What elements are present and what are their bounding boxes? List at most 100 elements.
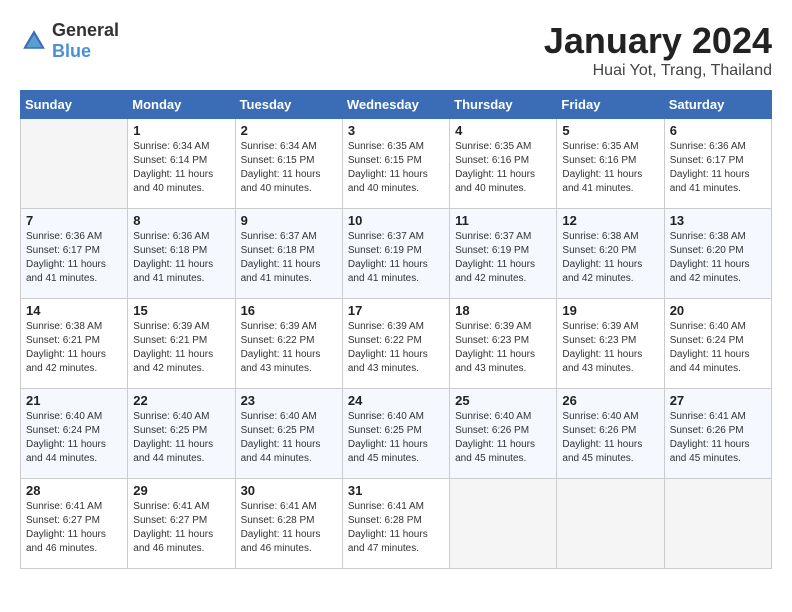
calendar-cell: 20Sunrise: 6:40 AMSunset: 6:24 PMDayligh… <box>664 299 771 389</box>
day-number: 17 <box>348 303 444 318</box>
calendar-cell: 14 Sunrise: 6:38 AMSunset: 6:21 PMDayligh… <box>21 299 128 389</box>
cell-content: Sunrise: 6:39 AMSunset: 6:22 PMDaylight:… <box>241 320 337 376</box>
cell-content: Sunrise: 6:40 AMSunset: 6:26 PMDaylight:… <box>455 410 551 466</box>
weekday-header-friday: Friday <box>557 91 664 119</box>
cell-content: Sunrise: 6:37 AMSunset: 6:19 PMDaylight:… <box>455 230 551 286</box>
location-subtitle: Huai Yot, Trang, Thailand <box>544 62 772 80</box>
calendar-cell <box>664 479 771 569</box>
cell-content: Sunrise: 6:40 AMSunset: 6:25 PMDaylight:… <box>348 410 444 466</box>
calendar-cell: 26 Sunrise: 6:40 AMSunset: 6:26 PMDayligh… <box>557 389 664 479</box>
cell-content: Sunrise: 6:35 AMSunset: 6:16 PMDaylight:… <box>562 140 658 196</box>
day-number: 29 <box>133 483 229 498</box>
cell-content: Sunrise: 6:39 AMSunset: 6:23 PMDaylight:… <box>455 320 551 376</box>
day-number: 27 <box>670 393 766 408</box>
day-number: 22 <box>133 393 229 408</box>
day-number: 6 <box>670 123 766 138</box>
calendar-cell: 7 Sunrise: 6:36 AMSunset: 6:17 PMDaylight… <box>21 209 128 299</box>
calendar-cell: 10 Sunrise: 6:37 AMSunset: 6:19 PMDayligh… <box>342 209 449 299</box>
logo-text-general: General <box>52 20 119 40</box>
calendar-cell: 4 Sunrise: 6:35 AMSunset: 6:16 PMDaylight… <box>450 119 557 209</box>
calendar-table: SundayMondayTuesdayWednesdayThursdayFrid… <box>20 90 772 569</box>
cell-content: Sunrise: 6:36 AMSunset: 6:17 PMDaylight:… <box>670 140 766 196</box>
cell-content: Sunrise: 6:41 AMSunset: 6:28 PMDaylight:… <box>348 500 444 556</box>
day-number: 14 <box>26 303 122 318</box>
day-number: 12 <box>562 213 658 228</box>
cell-content: Sunrise: 6:36 AMSunset: 6:18 PMDaylight:… <box>133 230 229 286</box>
calendar-cell: 31 Sunrise: 6:41 AMSunset: 6:28 PMDayligh… <box>342 479 449 569</box>
cell-content: Sunrise: 6:34 AMSunset: 6:15 PMDaylight:… <box>241 140 337 196</box>
weekday-header-wednesday: Wednesday <box>342 91 449 119</box>
calendar-cell: 3Sunrise: 6:35 AMSunset: 6:15 PMDaylight… <box>342 119 449 209</box>
calendar-week-row: 14 Sunrise: 6:38 AMSunset: 6:21 PMDayligh… <box>21 299 772 389</box>
calendar-cell: 6 Sunrise: 6:36 AMSunset: 6:17 PMDaylight… <box>664 119 771 209</box>
weekday-header-monday: Monday <box>128 91 235 119</box>
logo-icon <box>20 27 48 55</box>
day-number: 30 <box>241 483 337 498</box>
cell-content: Sunrise: 6:41 AMSunset: 6:27 PMDaylight:… <box>26 500 122 556</box>
cell-content: Sunrise: 6:37 AMSunset: 6:18 PMDaylight:… <box>241 230 337 286</box>
calendar-cell: 27Sunrise: 6:41 AMSunset: 6:26 PMDayligh… <box>664 389 771 479</box>
day-number: 7 <box>26 213 122 228</box>
day-number: 15 <box>133 303 229 318</box>
day-number: 4 <box>455 123 551 138</box>
calendar-cell <box>21 119 128 209</box>
calendar-cell: 1 Sunrise: 6:34 AMSunset: 6:14 PMDaylight… <box>128 119 235 209</box>
title-area: January 2024 Huai Yot, Trang, Thailand <box>544 20 772 80</box>
cell-content: Sunrise: 6:36 AMSunset: 6:17 PMDaylight:… <box>26 230 122 286</box>
cell-content: Sunrise: 6:40 AMSunset: 6:25 PMDaylight:… <box>133 410 229 466</box>
cell-content: Sunrise: 6:39 AMSunset: 6:22 PMDaylight:… <box>348 320 444 376</box>
day-number: 28 <box>26 483 122 498</box>
cell-content: Sunrise: 6:38 AMSunset: 6:21 PMDaylight:… <box>26 320 122 376</box>
calendar-cell: 29 Sunrise: 6:41 AMSunset: 6:27 PMDayligh… <box>128 479 235 569</box>
cell-content: Sunrise: 6:35 AMSunset: 6:16 PMDaylight:… <box>455 140 551 196</box>
day-number: 13 <box>670 213 766 228</box>
calendar-week-row: 1 Sunrise: 6:34 AMSunset: 6:14 PMDaylight… <box>21 119 772 209</box>
calendar-cell: 9Sunrise: 6:37 AMSunset: 6:18 PMDaylight… <box>235 209 342 299</box>
calendar-cell: 19 Sunrise: 6:39 AMSunset: 6:23 PMDayligh… <box>557 299 664 389</box>
calendar-cell: 5 Sunrise: 6:35 AMSunset: 6:16 PMDaylight… <box>557 119 664 209</box>
calendar-cell: 2 Sunrise: 6:34 AMSunset: 6:15 PMDaylight… <box>235 119 342 209</box>
calendar-cell: 28 Sunrise: 6:41 AMSunset: 6:27 PMDayligh… <box>21 479 128 569</box>
day-number: 31 <box>348 483 444 498</box>
cell-content: Sunrise: 6:41 AMSunset: 6:27 PMDaylight:… <box>133 500 229 556</box>
cell-content: Sunrise: 6:39 AMSunset: 6:21 PMDaylight:… <box>133 320 229 376</box>
calendar-cell: 17 Sunrise: 6:39 AMSunset: 6:22 PMDayligh… <box>342 299 449 389</box>
day-number: 5 <box>562 123 658 138</box>
calendar-week-row: 7 Sunrise: 6:36 AMSunset: 6:17 PMDaylight… <box>21 209 772 299</box>
header: General Blue January 2024 Huai Yot, Tran… <box>20 20 772 80</box>
calendar-cell: 22 Sunrise: 6:40 AMSunset: 6:25 PMDayligh… <box>128 389 235 479</box>
calendar-week-row: 28 Sunrise: 6:41 AMSunset: 6:27 PMDayligh… <box>21 479 772 569</box>
cell-content: Sunrise: 6:37 AMSunset: 6:19 PMDaylight:… <box>348 230 444 286</box>
day-number: 19 <box>562 303 658 318</box>
cell-content: Sunrise: 6:40 AMSunset: 6:25 PMDaylight:… <box>241 410 337 466</box>
calendar-cell: 13Sunrise: 6:38 AMSunset: 6:20 PMDayligh… <box>664 209 771 299</box>
weekday-header-sunday: Sunday <box>21 91 128 119</box>
day-number: 1 <box>133 123 229 138</box>
calendar-cell <box>557 479 664 569</box>
day-number: 11 <box>455 213 551 228</box>
logo-text-blue: Blue <box>52 41 91 61</box>
day-number: 24 <box>348 393 444 408</box>
weekday-header-row: SundayMondayTuesdayWednesdayThursdayFrid… <box>21 91 772 119</box>
day-number: 23 <box>241 393 337 408</box>
day-number: 25 <box>455 393 551 408</box>
day-number: 10 <box>348 213 444 228</box>
cell-content: Sunrise: 6:34 AMSunset: 6:14 PMDaylight:… <box>133 140 229 196</box>
day-number: 21 <box>26 393 122 408</box>
cell-content: Sunrise: 6:40 AMSunset: 6:24 PMDaylight:… <box>26 410 122 466</box>
calendar-cell: 12Sunrise: 6:38 AMSunset: 6:20 PMDayligh… <box>557 209 664 299</box>
cell-content: Sunrise: 6:40 AMSunset: 6:26 PMDaylight:… <box>562 410 658 466</box>
day-number: 2 <box>241 123 337 138</box>
calendar-cell: 15 Sunrise: 6:39 AMSunset: 6:21 PMDayligh… <box>128 299 235 389</box>
calendar-cell: 21 Sunrise: 6:40 AMSunset: 6:24 PMDayligh… <box>21 389 128 479</box>
day-number: 26 <box>562 393 658 408</box>
month-year-title: January 2024 <box>544 20 772 62</box>
calendar-cell: 11 Sunrise: 6:37 AMSunset: 6:19 PMDayligh… <box>450 209 557 299</box>
weekday-header-tuesday: Tuesday <box>235 91 342 119</box>
cell-content: Sunrise: 6:41 AMSunset: 6:28 PMDaylight:… <box>241 500 337 556</box>
logo: General Blue <box>20 20 119 62</box>
calendar-cell: 16Sunrise: 6:39 AMSunset: 6:22 PMDayligh… <box>235 299 342 389</box>
cell-content: Sunrise: 6:39 AMSunset: 6:23 PMDaylight:… <box>562 320 658 376</box>
calendar-cell: 8Sunrise: 6:36 AMSunset: 6:18 PMDaylight… <box>128 209 235 299</box>
day-number: 20 <box>670 303 766 318</box>
